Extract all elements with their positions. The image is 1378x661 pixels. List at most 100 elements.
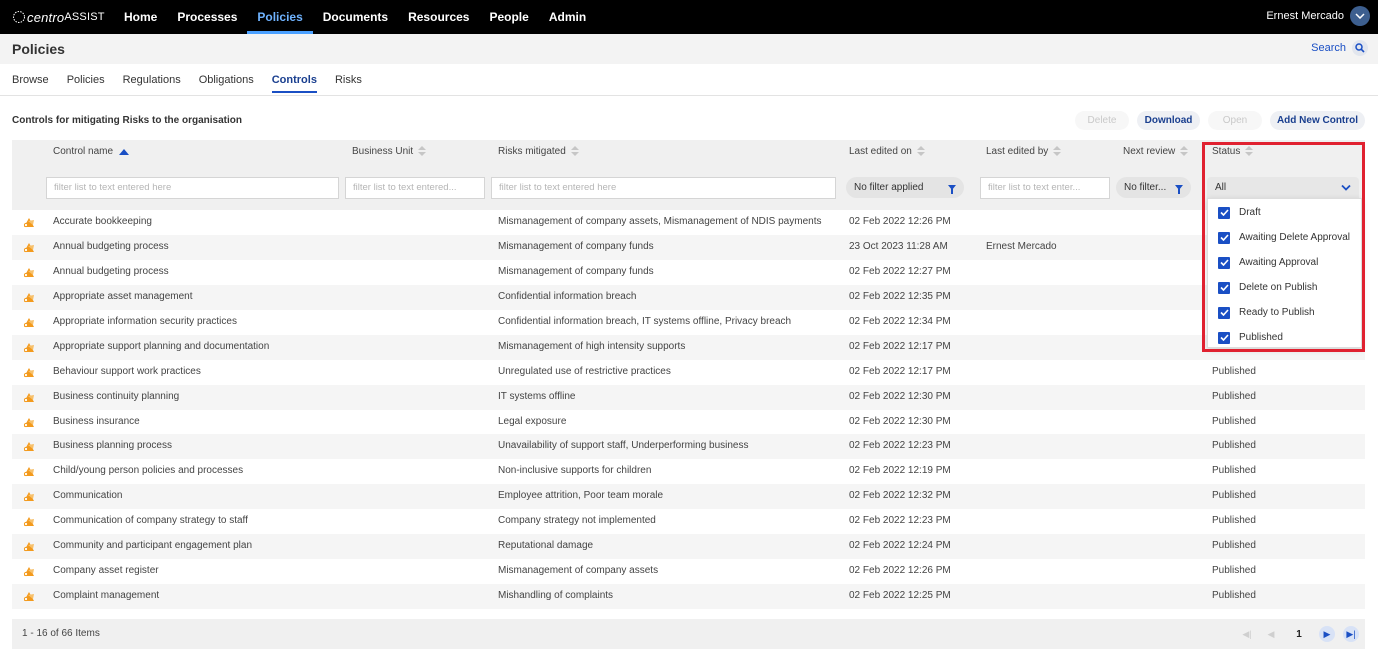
table-row[interactable]: Appropriate asset management Confidential… <box>12 284 1365 310</box>
centro-assist-logo[interactable]: centro ASSIST <box>12 9 105 25</box>
col-risks-mitigated[interactable]: Risks mitigated <box>498 146 579 157</box>
status-option-awaiting-delete-approval[interactable]: Awaiting Delete Approval <box>1218 225 1350 250</box>
control-shield-icon <box>23 317 34 327</box>
nav-processes[interactable]: Processes <box>167 0 247 34</box>
nav-admin[interactable]: Admin <box>539 0 596 34</box>
table-row[interactable]: Annual budgeting process Mismanagement of… <box>12 260 1365 285</box>
checkbox-checked-icon[interactable] <box>1218 231 1230 244</box>
table-row[interactable]: Communication of company strategy to sta… <box>12 509 1365 534</box>
table-row[interactable]: Business insurance Legal exposure 02 Feb 2… <box>12 410 1365 435</box>
table-row[interactable]: Appropriate information security practic… <box>12 310 1365 335</box>
control-shield-icon <box>23 267 34 277</box>
table-row[interactable]: Behaviour support work practices Unregula… <box>12 360 1365 385</box>
sort-icon[interactable] <box>570 146 579 157</box>
search-button[interactable]: Search <box>1311 40 1368 56</box>
cell-control-name: Appropriate information security practic… <box>53 315 237 327</box>
prev-page-icon[interactable]: ◀ <box>1263 626 1279 642</box>
status-option-awaiting-approval[interactable]: Awaiting Approval <box>1218 250 1318 275</box>
control-shield-icon <box>23 442 34 452</box>
table-row[interactable]: Community and participant engagement pla… <box>12 534 1365 560</box>
chevron-down-icon[interactable] <box>1341 184 1351 191</box>
next-review-filter[interactable]: No filter... <box>1116 177 1191 198</box>
status-filter-select[interactable]: All <box>1207 177 1359 198</box>
status-option-draft[interactable]: Draft <box>1218 200 1261 225</box>
risks-filter-input[interactable]: filter list to text entered here <box>491 177 836 199</box>
cell-risks-mitigated: Unavailability of support staff, Underpe… <box>498 440 749 452</box>
tab-controls[interactable]: Controls <box>263 64 326 95</box>
status-filter-dropdown: Draft Awaiting Delete Approval Awaiting … <box>1207 198 1362 348</box>
checkbox-checked-icon[interactable] <box>1218 256 1230 269</box>
sort-icon[interactable] <box>1180 146 1189 157</box>
col-last-edited-by[interactable]: Last edited by <box>986 146 1062 157</box>
cell-control-name: Business planning process <box>53 440 172 452</box>
cell-status: Published <box>1212 540 1256 552</box>
chevron-down-icon[interactable] <box>1350 6 1370 26</box>
col-next-review[interactable]: Next review <box>1123 146 1189 157</box>
table-row[interactable]: Business continuity planning IT systems o… <box>12 384 1365 410</box>
control-shield-icon <box>23 367 34 377</box>
col-business-unit[interactable]: Business Unit <box>352 146 427 157</box>
cell-last-edited-on: 02 Feb 2022 12:32 PM <box>849 490 951 502</box>
col-last-edited-on[interactable]: Last edited on <box>849 146 925 157</box>
table-row[interactable]: Child/young person policies and processe… <box>12 459 1365 484</box>
cell-last-edited-on: 02 Feb 2022 12:30 PM <box>849 390 951 402</box>
current-page[interactable]: 1 <box>1291 626 1307 642</box>
sort-ascending-icon[interactable] <box>119 148 130 155</box>
last-edited-on-filter[interactable]: No filter applied <box>846 177 964 198</box>
filter-icon[interactable] <box>1175 185 1183 194</box>
nav-policies[interactable]: Policies <box>247 0 314 34</box>
open-button[interactable]: Open <box>1208 111 1262 130</box>
table-row[interactable]: Company asset register Mismanagement of c… <box>12 559 1365 584</box>
cell-last-edited-on: 02 Feb 2022 12:30 PM <box>849 415 951 427</box>
col-control-name[interactable]: Control name <box>53 146 130 157</box>
tab-risks[interactable]: Risks <box>326 64 371 95</box>
checkbox-checked-icon[interactable] <box>1218 281 1230 294</box>
nav-home[interactable]: Home <box>114 0 167 34</box>
control-name-filter-input[interactable]: filter list to text entered here <box>46 177 339 199</box>
nav-people[interactable]: People <box>479 0 538 34</box>
last-edited-by-filter-input[interactable]: filter list to text enter... <box>980 177 1110 199</box>
download-button[interactable]: Download <box>1137 111 1200 130</box>
col-status[interactable]: Status <box>1212 146 1254 157</box>
col-business-unit-label: Business Unit <box>352 146 414 157</box>
sort-icon[interactable] <box>1245 146 1254 157</box>
grid-header: Control name Business Unit Risks mitigat… <box>12 140 1365 210</box>
col-status-label: Status <box>1212 146 1241 157</box>
table-row[interactable]: Business planning process Unavailability … <box>12 434 1365 460</box>
last-page-icon[interactable]: ▶| <box>1343 626 1359 642</box>
table-row[interactable]: Communication Employee attrition, Poor te… <box>12 484 1365 510</box>
add-new-control-button[interactable]: Add New Control <box>1270 111 1365 130</box>
table-row[interactable]: Appropriate support planning and documen… <box>12 334 1365 360</box>
cell-status: Published <box>1212 440 1256 452</box>
tab-obligations[interactable]: Obligations <box>190 64 263 95</box>
next-page-icon[interactable]: ▶ <box>1319 626 1335 642</box>
tab-regulations[interactable]: Regulations <box>114 64 190 95</box>
tab-browse[interactable]: Browse <box>3 64 58 95</box>
delete-button[interactable]: Delete <box>1075 111 1129 130</box>
status-option-delete-on-publish[interactable]: Delete on Publish <box>1218 275 1317 300</box>
status-option-ready-to-publish[interactable]: Ready to Publish <box>1218 300 1315 325</box>
cell-risks-mitigated: Mismanagement of company funds <box>498 240 654 252</box>
cell-control-name: Annual budgeting process <box>53 265 169 277</box>
business-unit-filter-input[interactable]: filter list to text entered... <box>345 177 485 199</box>
tab-policies[interactable]: Policies <box>58 64 114 95</box>
first-page-icon[interactable]: ◀| <box>1239 626 1255 642</box>
search-icon[interactable] <box>1352 40 1368 56</box>
user-menu[interactable]: Ernest Mercado <box>1266 6 1370 26</box>
nav-documents[interactable]: Documents <box>313 0 398 34</box>
checkbox-checked-icon[interactable] <box>1218 331 1230 344</box>
table-row[interactable]: Accurate bookkeeping Mismanagement of com… <box>12 210 1365 235</box>
sort-icon[interactable] <box>916 146 925 157</box>
item-count: 1 - 16 of 66 Items <box>22 628 100 639</box>
table-row[interactable]: Complaint management Mishandling of compl… <box>12 584 1365 609</box>
checkbox-checked-icon[interactable] <box>1218 306 1230 319</box>
cell-last-edited-on: 02 Feb 2022 12:17 PM <box>849 340 951 352</box>
sort-icon[interactable] <box>418 146 427 157</box>
nav-resources[interactable]: Resources <box>398 0 479 34</box>
filter-icon[interactable] <box>948 185 956 194</box>
cell-risks-mitigated: Employee attrition, Poor team morale <box>498 490 664 502</box>
table-row[interactable]: Annual budgeting process Mismanagement of… <box>12 234 1365 260</box>
sort-icon[interactable] <box>1053 146 1062 157</box>
checkbox-checked-icon[interactable] <box>1218 206 1230 219</box>
status-option-published[interactable]: Published <box>1218 325 1283 350</box>
